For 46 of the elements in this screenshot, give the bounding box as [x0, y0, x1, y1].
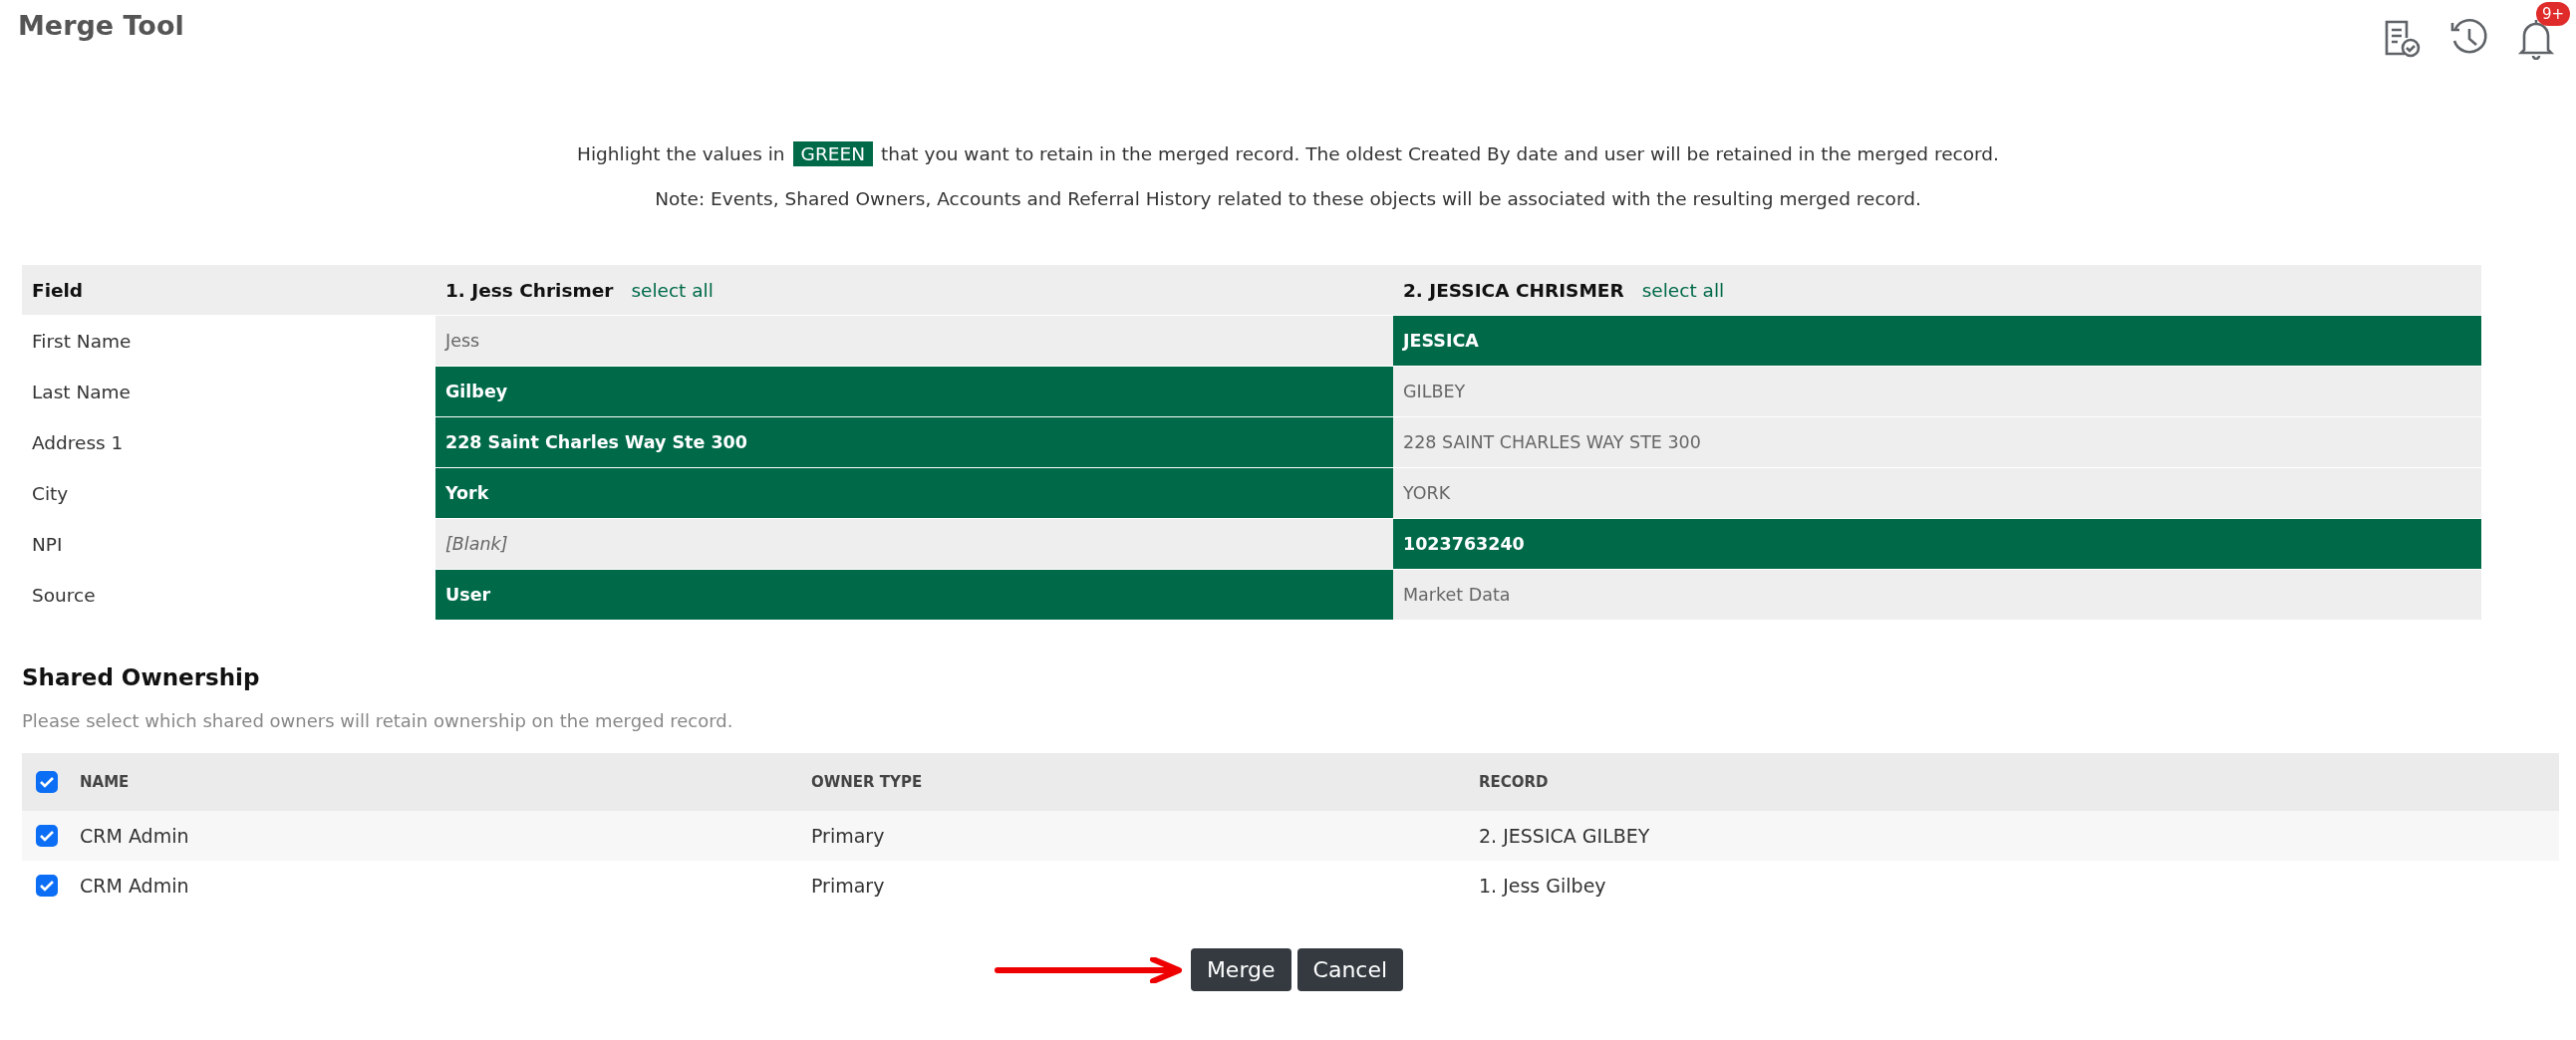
instruction-text: Highlight the values in — [577, 143, 785, 164]
table-cell-text: Primary — [810, 875, 886, 897]
table-cell-text: CRM Admin — [79, 825, 190, 847]
value-cell[interactable]: Market Data — [1393, 570, 2481, 620]
value-cell[interactable]: 228 Saint Charles Way Ste 300 — [435, 417, 1393, 467]
field-label: Source — [31, 583, 97, 608]
record-name: 2. JESSICA CHRISMER — [1403, 279, 1624, 301]
field-label: City — [31, 481, 70, 506]
note-text: Note: Events, Shared Owners, Accounts and Referral History related to these objects will be associated with the resulting merged record. — [655, 188, 1921, 209]
table-cell-text: 1. Jess Gilbey — [1478, 875, 1606, 897]
page-title: Merge Tool — [18, 10, 184, 41]
value-cell[interactable]: Jess — [435, 316, 1393, 366]
action-button[interactable]: Merge — [1190, 948, 1291, 991]
table-cell-text: 2. JESSICA GILBEY — [1478, 825, 1650, 847]
arrow-icon — [993, 956, 1183, 983]
value-cell[interactable]: YORK — [1393, 468, 2481, 518]
field-label: Last Name — [31, 380, 132, 404]
column-header: RECORD — [1478, 773, 1549, 791]
column-header: NAME — [79, 773, 131, 791]
section-title: Shared Ownership — [22, 664, 261, 690]
section-description: Please select which shared owners will retain ownership on the merged record. — [22, 710, 734, 731]
value-cell[interactable]: 228 SAINT CHARLES WAY STE 300 — [1393, 417, 2481, 467]
row-checkbox[interactable] — [36, 875, 58, 897]
notification-badge: 9+ — [2535, 2, 2570, 26]
table-cell-text: CRM Admin — [79, 875, 190, 897]
column-header: Field — [31, 278, 85, 303]
field-label: First Name — [31, 329, 133, 354]
action-button[interactable]: Cancel — [1296, 948, 1404, 991]
field-label: NPI — [31, 532, 64, 557]
value-cell[interactable]: 1023763240 — [1393, 519, 2481, 569]
record-name: 1. Jess Chrismer — [445, 279, 614, 301]
row-checkbox[interactable] — [36, 825, 58, 847]
highlight-label: GREEN — [792, 141, 873, 166]
value-cell[interactable]: [Blank] — [435, 519, 1393, 569]
select-all-link[interactable]: select all — [631, 279, 714, 301]
value-cell[interactable]: York — [435, 468, 1393, 518]
instruction-text: that you want to retain in the merged record. The oldest Created By date and user will be retained in the merged record. — [881, 143, 1999, 164]
select-all-link[interactable]: select all — [1641, 279, 1725, 301]
value-cell[interactable]: User — [435, 570, 1393, 620]
value-cell[interactable]: JESSICA — [1393, 316, 2481, 366]
value-cell[interactable]: GILBEY — [1393, 367, 2481, 416]
value-cell[interactable]: Gilbey — [435, 367, 1393, 416]
select-all-checkbox[interactable] — [36, 771, 58, 793]
table-cell-text: Primary — [810, 825, 886, 847]
column-header: OWNER TYPE — [810, 773, 924, 791]
field-label: Address 1 — [31, 430, 125, 455]
